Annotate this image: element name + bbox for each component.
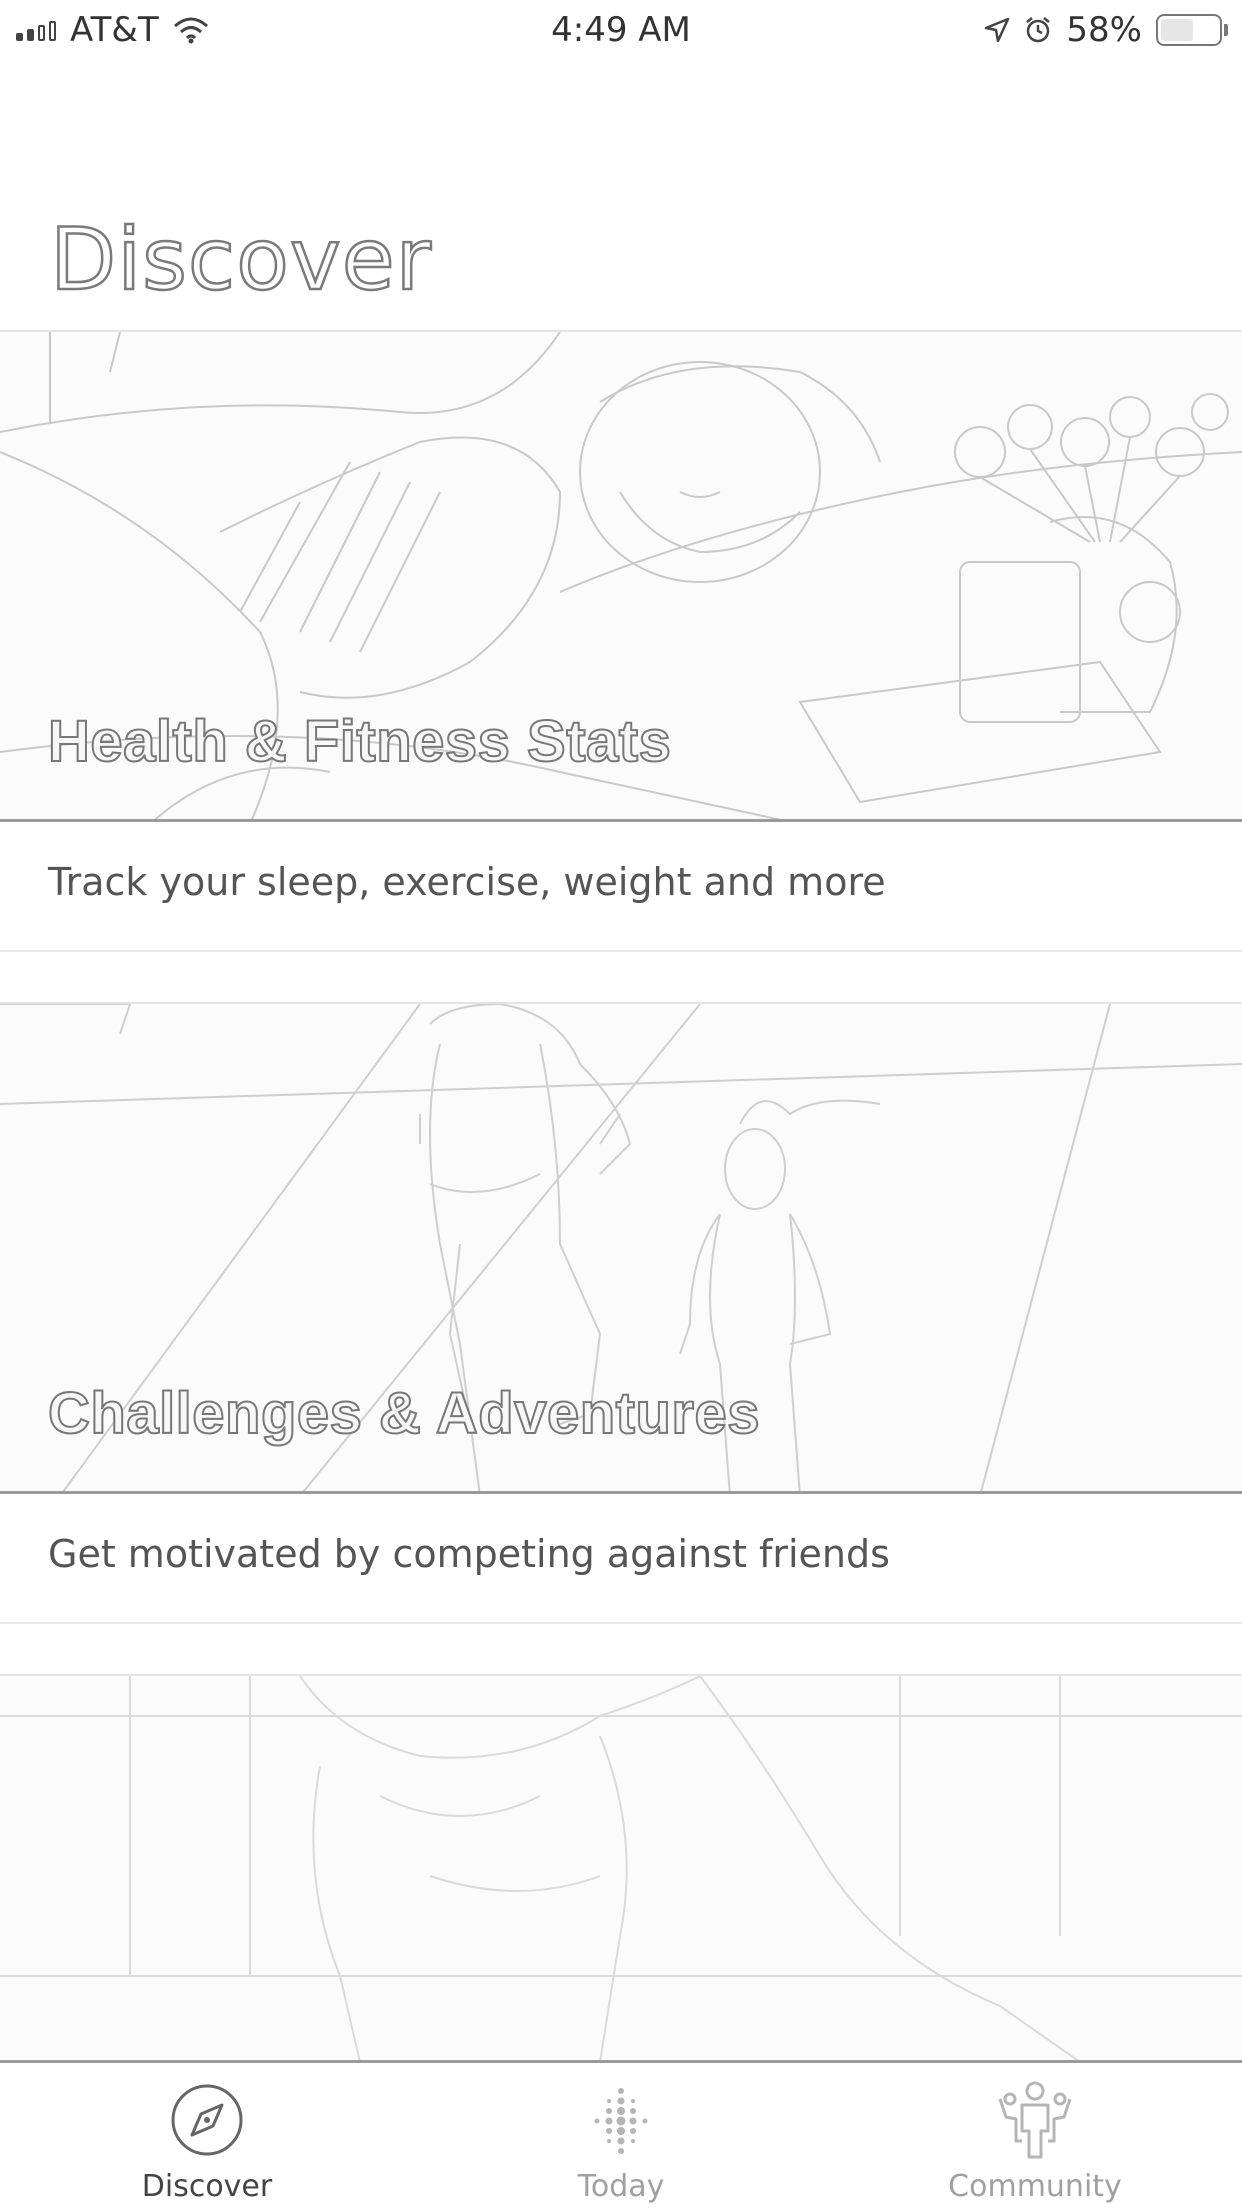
battery-percent: 58% (1066, 10, 1142, 50)
card-challenges-adventures[interactable]: Challenges & Adventures Get motivated by… (0, 1002, 1242, 1624)
card-description: Track your sleep, exercise, weight and m… (0, 822, 1242, 952)
tab-today[interactable]: Today (414, 2063, 828, 2208)
tab-discover[interactable]: Discover (0, 2063, 414, 2208)
tab-label: Community (948, 2169, 1122, 2204)
card-image-sleep: Health & Fitness Stats (0, 330, 1242, 822)
discover-screen: AT&T 4:49 AM 58% Discover Health & Fitne… (0, 0, 1242, 2208)
card-third[interactable] (0, 1674, 1242, 2060)
people-icon (998, 2081, 1072, 2159)
card-image-workout (0, 1674, 1242, 2060)
status-right: 58% (984, 10, 1228, 50)
workout-illustration (0, 1676, 1242, 2060)
card-title: Challenges & Adventures (47, 1380, 760, 1447)
tab-bar: Discover Today Community (0, 2060, 1242, 2208)
card-title: Health & Fitness Stats (47, 708, 672, 775)
location-icon (985, 17, 1010, 43)
dots-icon (594, 2088, 648, 2154)
card-description: Get motivated by competing against frien… (0, 1494, 1242, 1624)
tab-community[interactable]: Community (828, 2063, 1242, 2208)
tab-label: Today (577, 2169, 665, 2204)
status-bar: AT&T 4:49 AM 58% (0, 0, 1242, 62)
page-title: Discover (49, 209, 432, 312)
battery-icon (1156, 14, 1228, 46)
compass-icon (171, 2084, 243, 2156)
card-image-runners: Challenges & Adventures (0, 1002, 1242, 1494)
alarm-icon (1026, 17, 1051, 43)
tab-label: Discover (141, 2169, 273, 2204)
card-health-fitness[interactable]: Health & Fitness Stats Track your sleep,… (0, 330, 1242, 952)
